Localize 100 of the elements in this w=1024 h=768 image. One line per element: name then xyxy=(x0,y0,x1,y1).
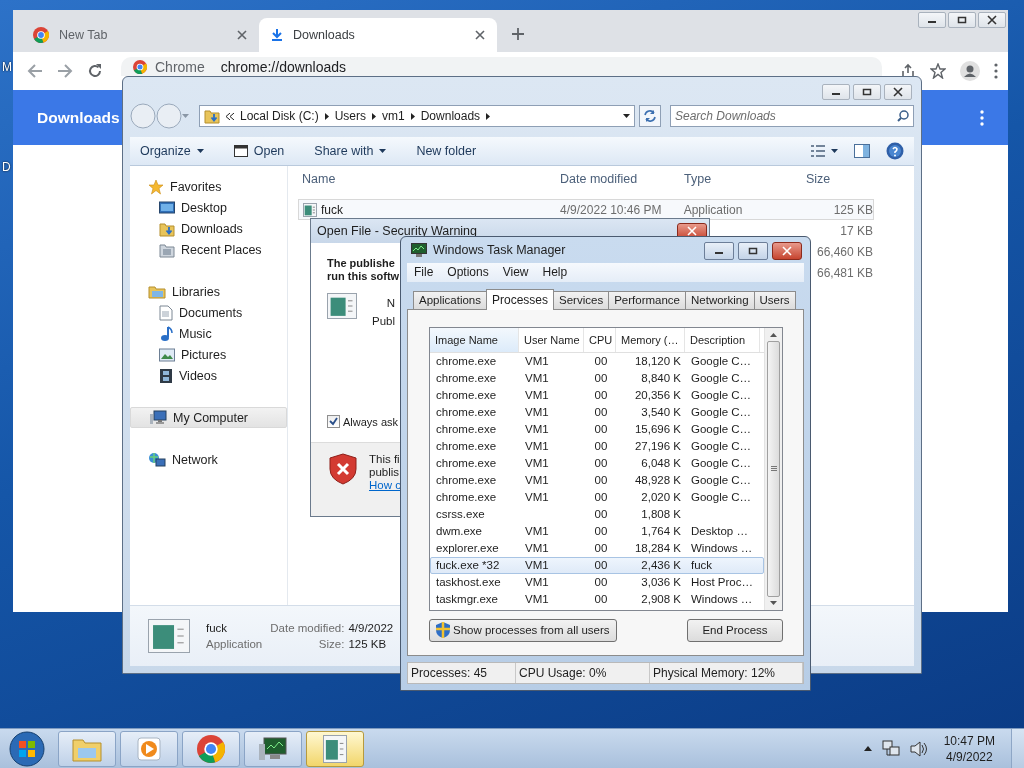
tab[interactable]: Users xyxy=(753,290,796,309)
breadcrumb-item[interactable]: vm1 xyxy=(382,109,405,123)
nav-item[interactable]: Network xyxy=(130,449,287,470)
file-type: Application xyxy=(206,638,263,650)
nav-item[interactable]: Desktop xyxy=(130,197,287,218)
nav-item[interactable]: Libraries xyxy=(130,281,287,302)
refresh-button[interactable] xyxy=(639,105,661,127)
process-row[interactable]: chrome.exe VM1 00 20,356 K Google C… xyxy=(430,386,764,404)
menu-item[interactable]: File xyxy=(409,265,439,280)
menu-icon[interactable] xyxy=(980,109,984,126)
column-header[interactable]: Name xyxy=(298,172,556,186)
browser-tab[interactable]: New Tab xyxy=(21,18,259,52)
breadcrumb-item[interactable]: Local Disk (C:) xyxy=(240,109,319,123)
column-header[interactable]: Date modified xyxy=(556,172,680,186)
star-outline-icon[interactable] xyxy=(930,63,946,79)
profile-icon[interactable] xyxy=(960,61,980,81)
tab[interactable]: Services xyxy=(553,290,610,309)
taskbar-button[interactable] xyxy=(306,730,364,767)
scrollbar[interactable] xyxy=(764,327,782,610)
maximize-button[interactable] xyxy=(948,12,976,28)
breadcrumb-item[interactable]: Users xyxy=(334,109,367,123)
show-all-button[interactable]: Show processes from all users xyxy=(429,618,617,642)
end-process-button[interactable]: End Process xyxy=(687,618,783,642)
menu-item[interactable]: Options xyxy=(442,265,494,280)
network-icon[interactable] xyxy=(881,739,900,758)
process-row[interactable]: dwm.exe VM1 00 1,764 K Desktop … xyxy=(430,522,764,540)
table-cell-text: fuck xyxy=(690,559,714,572)
tab[interactable]: Processes xyxy=(486,288,555,310)
desktop-icon-label[interactable]: M xyxy=(2,60,12,74)
nav-item[interactable]: Documents xyxy=(130,302,287,323)
help-link[interactable]: How c xyxy=(369,479,401,492)
process-row[interactable]: explorer.exe VM1 00 18,284 K Windows … xyxy=(430,539,764,557)
close-button[interactable] xyxy=(884,84,912,100)
preview-pane-icon[interactable] xyxy=(854,144,870,158)
process-row[interactable]: chrome.exe VM1 00 27,196 K Google C… xyxy=(430,437,764,455)
tab[interactable]: Performance xyxy=(608,290,686,309)
nav-item[interactable]: Pictures xyxy=(130,344,287,365)
desktop-icon-label[interactable]: D xyxy=(2,160,11,174)
nav-item[interactable]: Videos xyxy=(130,365,287,386)
taskbar-button[interactable] xyxy=(244,730,302,767)
chevron-right-icon xyxy=(372,112,377,120)
back-arrow-icon[interactable] xyxy=(27,63,43,79)
view-button[interactable] xyxy=(811,145,838,157)
nav-item[interactable]: Music xyxy=(130,323,287,344)
tab[interactable]: Networking xyxy=(685,290,755,309)
toolbar-button[interactable]: Share with xyxy=(314,144,387,158)
minimize-button[interactable] xyxy=(918,12,946,28)
plus-icon[interactable] xyxy=(511,27,525,41)
process-row[interactable]: chrome.exe VM1 00 3,540 K Google C… xyxy=(430,403,764,421)
menu-item[interactable]: View xyxy=(497,265,534,280)
column-header[interactable]: Type xyxy=(680,172,800,186)
checkbox-label: Always ask xyxy=(343,415,399,428)
taskbar-button[interactable] xyxy=(182,730,240,767)
toolbar-button[interactable]: New folder xyxy=(416,144,477,158)
process-row[interactable]: chrome.exe VM1 00 18,120 K Google C… xyxy=(430,352,764,370)
process-row[interactable]: taskhost.exe VM1 00 3,036 K Host Proc… xyxy=(430,573,764,591)
minimize-button[interactable] xyxy=(822,84,850,100)
process-row[interactable]: chrome.exe VM1 00 2,020 K Google C… xyxy=(430,488,764,506)
file-row[interactable]: fuck 4/9/2022 10:46 PM Application 125 KB xyxy=(298,199,874,220)
browser-tab[interactable]: Downloads xyxy=(259,18,497,52)
forward-arrow-icon[interactable] xyxy=(57,63,73,79)
close-button[interactable] xyxy=(978,12,1006,28)
help-icon[interactable] xyxy=(886,142,904,160)
column-header[interactable]: Size xyxy=(800,172,874,186)
reload-icon[interactable] xyxy=(87,63,103,79)
volume-icon[interactable] xyxy=(909,740,928,757)
search-field[interactable]: Search Downloads xyxy=(670,105,914,127)
nav-item[interactable]: Downloads xyxy=(130,218,287,239)
file-name: fuck xyxy=(321,202,343,217)
nav-item[interactable]: Favorites xyxy=(130,176,287,197)
address-bar[interactable]: Local Disk (C:) Users vm1 Downloads xyxy=(199,105,635,127)
process-row[interactable]: chrome.exe VM1 00 8,840 K Google C… xyxy=(430,369,764,387)
toolbar-button[interactable]: Open xyxy=(233,144,285,158)
start-button[interactable] xyxy=(6,729,48,768)
media-player-icon xyxy=(136,735,162,762)
share-icon[interactable] xyxy=(900,63,916,79)
menu-item[interactable]: Help xyxy=(537,265,573,280)
maximize-button[interactable] xyxy=(853,84,881,100)
nav-item[interactable]: Recent Places xyxy=(130,239,287,260)
column-header[interactable]: Image Name xyxy=(430,327,519,352)
toolbar-button[interactable]: Organize xyxy=(140,144,204,158)
nav-item[interactable]: My Computer xyxy=(130,407,287,428)
tab[interactable]: Applications xyxy=(413,290,487,309)
process-row[interactable]: taskmgr.exe VM1 00 2,908 K Windows … xyxy=(430,590,764,608)
minimize-button[interactable] xyxy=(704,242,734,260)
process-row[interactable]: csrss.exe 00 1,808 K xyxy=(430,505,764,523)
chevron-up-icon[interactable] xyxy=(863,746,872,751)
address-bar[interactable]: Chrome chrome://downloads xyxy=(121,57,882,76)
checkbox[interactable] xyxy=(327,415,340,428)
close-button[interactable] xyxy=(772,242,802,260)
process-row[interactable]: chrome.exe VM1 00 6,048 K Google C… xyxy=(430,454,764,472)
breadcrumb-item[interactable]: Downloads xyxy=(420,109,481,123)
process-row[interactable]: chrome.exe VM1 00 48,928 K Google C… xyxy=(430,471,764,489)
process-row[interactable]: chrome.exe VM1 00 15,696 K Google C… xyxy=(430,420,764,438)
maximize-button[interactable] xyxy=(738,242,768,260)
process-row[interactable]: fuck.exe *32 VM1 00 2,436 K fuck xyxy=(430,556,764,574)
table-cell-text: 27,196 K xyxy=(633,440,682,453)
scroll-thumb[interactable] xyxy=(767,340,780,597)
clock[interactable]: 10:47 PM 4/9/2022 xyxy=(937,732,1001,765)
menu-icon[interactable] xyxy=(994,63,998,79)
